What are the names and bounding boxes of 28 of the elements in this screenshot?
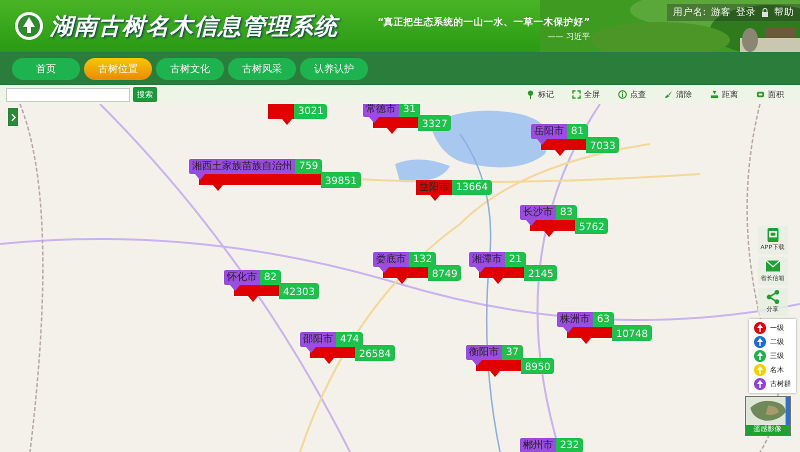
brush-icon[interactable] — [664, 90, 673, 99]
area-icon[interactable] — [756, 90, 765, 99]
quote-text: “真正把生态系统的一山一水、一草一木保护好” — [378, 16, 590, 29]
user-name: 游客 — [711, 6, 731, 19]
search-field[interactable] — [6, 88, 130, 102]
tool-label[interactable]: 全屏 — [584, 89, 600, 100]
user-label: 用户名: — [672, 6, 706, 19]
search-button[interactable]: 搜索 — [133, 87, 157, 102]
tool-label[interactable]: 标记 — [538, 89, 554, 100]
nav-tab[interactable]: 认养认护 — [300, 58, 368, 80]
nav-tab[interactable]: 古树位置 — [84, 58, 152, 80]
logo-icon — [14, 11, 44, 41]
quote-author: —— 习近平 — [547, 31, 590, 42]
info-icon[interactable] — [618, 90, 627, 99]
nav-tab[interactable]: 首页 — [12, 58, 80, 80]
tool-label[interactable]: 距离 — [722, 89, 738, 100]
tool-label[interactable]: 点查 — [630, 89, 646, 100]
app-title: 湖南古树名木信息管理系统 — [50, 12, 338, 42]
tool-label[interactable]: 面积 — [768, 89, 784, 100]
fullscreen-icon[interactable] — [572, 90, 581, 99]
tool-label[interactable]: 清除 — [676, 89, 692, 100]
nav-tab[interactable]: 古树文化 — [156, 58, 224, 80]
ruler-icon[interactable] — [710, 90, 719, 99]
nav-tab[interactable]: 古树风采 — [228, 58, 296, 80]
help-link[interactable]: 帮助 — [774, 6, 794, 19]
pin-icon[interactable] — [526, 90, 535, 99]
login-link[interactable]: 登录 — [736, 6, 756, 19]
lock-icon — [761, 8, 769, 17]
